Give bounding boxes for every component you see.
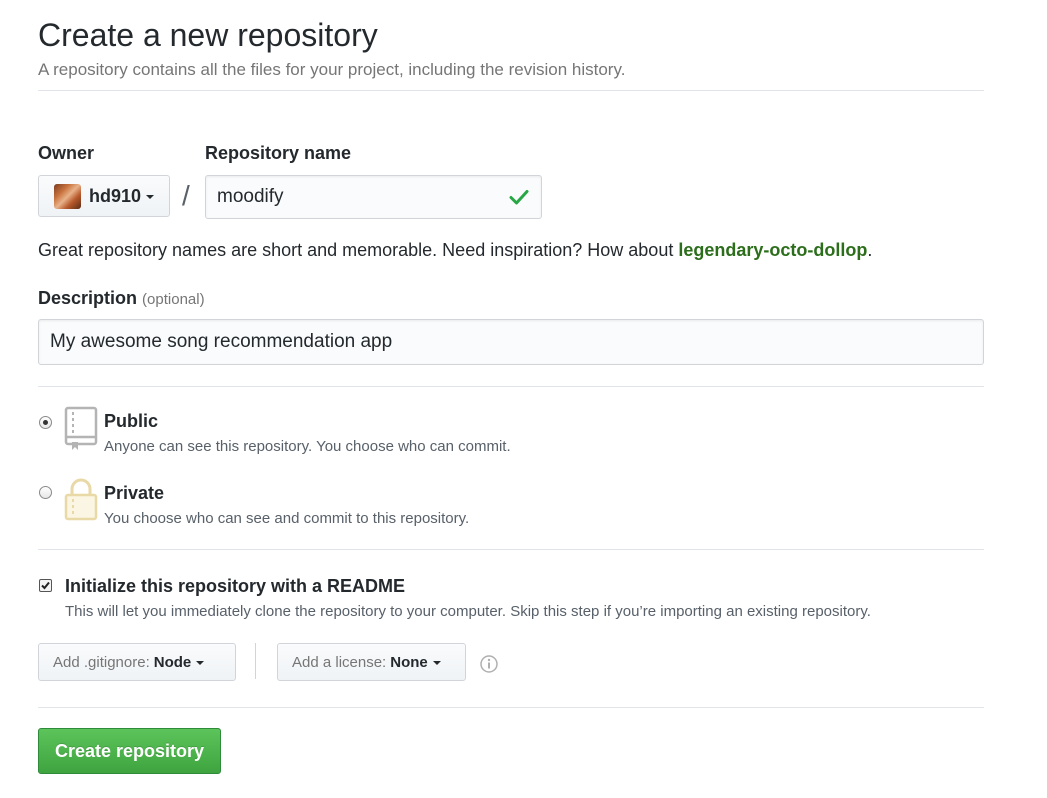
description-value: My awesome song recommendation app	[50, 331, 393, 352]
owner-name: hd910	[89, 185, 142, 206]
private-description: You choose who can see and commit to thi…	[104, 510, 470, 527]
repo-book-icon	[64, 406, 98, 450]
owner-label: Owner	[38, 143, 95, 163]
check-icon	[509, 190, 529, 205]
public-description: Anyone can see this repository. You choo…	[104, 438, 511, 455]
create-repository-page: Create a new repository A repository con…	[0, 0, 1047, 798]
license-dropdown[interactable]: Add a license: None	[277, 643, 466, 681]
optional-note: (optional)	[142, 291, 205, 308]
license-label: Add a license:	[292, 653, 387, 671]
hint-text: Great repository names are short and mem…	[38, 240, 679, 260]
owner-dropdown[interactable]: hd910	[38, 175, 170, 217]
owner-repo-separator: /	[182, 180, 190, 211]
repository-name-value: moodify	[217, 186, 284, 207]
lock-icon	[64, 478, 98, 521]
chevron-down-icon	[432, 661, 441, 665]
description-label-text: Description	[38, 288, 138, 308]
repository-name-input[interactable]: moodify	[205, 175, 542, 219]
readme-checkbox[interactable]	[39, 579, 52, 592]
private-radio[interactable]	[39, 486, 52, 499]
readme-title: Initialize this repository with a README	[65, 576, 406, 596]
gitignore-label: Add .gitignore:	[53, 653, 150, 671]
description-input[interactable]: My awesome song recommendation app	[38, 319, 984, 365]
info-icon[interactable]	[480, 655, 498, 673]
create-repository-button[interactable]: Create repository	[38, 728, 221, 774]
readme-description: This will let you immediately clone the …	[65, 603, 871, 620]
divider	[38, 386, 984, 387]
page-subtitle: A repository contains all the files for …	[38, 60, 626, 79]
page-title: Create a new repository	[38, 17, 378, 53]
repository-name-hint: Great repository names are short and mem…	[38, 240, 872, 261]
private-title: Private	[104, 483, 165, 503]
public-radio[interactable]	[39, 416, 52, 429]
divider	[38, 707, 984, 708]
chevron-down-icon	[196, 661, 205, 665]
gitignore-value: Node	[153, 653, 192, 671]
description-label: Description (optional)	[38, 288, 205, 309]
page-header: Create a new repository A repository con…	[38, 14, 984, 81]
license-value: None	[390, 653, 428, 671]
name-suggestion-link[interactable]: legendary-octo-dollop	[678, 240, 867, 260]
gitignore-dropdown[interactable]: Add .gitignore: Node	[38, 643, 236, 681]
chevron-down-icon	[146, 195, 155, 199]
avatar	[54, 183, 81, 209]
button-separator	[255, 643, 256, 679]
divider	[38, 549, 984, 550]
public-title: Public	[104, 411, 159, 431]
checkmark-icon	[41, 581, 50, 590]
divider	[38, 90, 984, 91]
hint-end: .	[867, 240, 873, 260]
repository-name-label: Repository name	[205, 143, 352, 163]
